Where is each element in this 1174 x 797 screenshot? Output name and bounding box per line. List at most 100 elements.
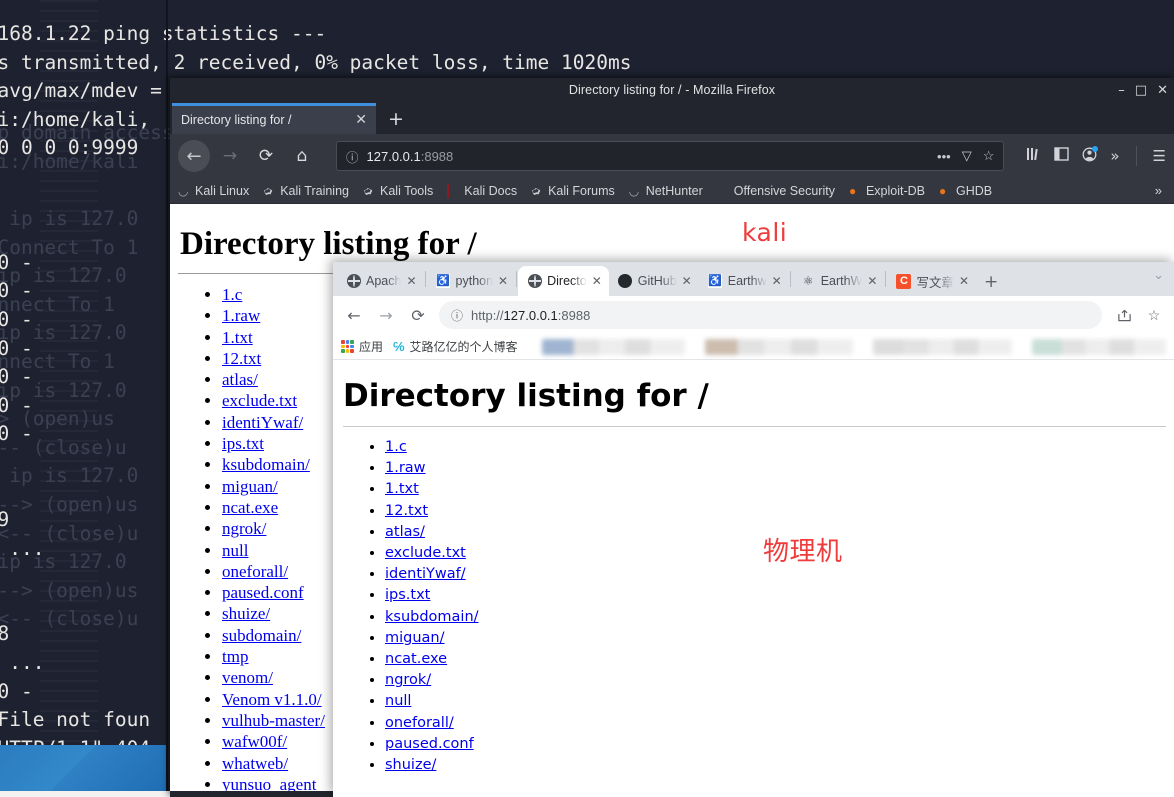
close-icon[interactable]: ✕ [355, 112, 367, 128]
site-info-icon[interactable]: ⓘ [346, 147, 359, 166]
share-icon[interactable] [1110, 301, 1138, 329]
blurred-bookmark-4[interactable] [1032, 338, 1166, 355]
directory-link[interactable]: exclude.txt [222, 391, 297, 410]
new-tab-button[interactable]: + [376, 108, 416, 134]
bookmark-star-icon[interactable]: ☆ [1140, 301, 1168, 329]
hamburger-menu-icon[interactable]: ☰ [1153, 147, 1166, 165]
directory-link[interactable]: 1.txt [222, 328, 253, 347]
chrome-address-bar[interactable]: ⓘ http://127.0.0.1:8988 [439, 301, 1102, 329]
directory-link[interactable]: Venom v1.1.0/ [222, 690, 322, 709]
directory-link[interactable]: 1.raw [385, 460, 426, 476]
page-actions-icon[interactable]: ••• [937, 149, 951, 164]
directory-link[interactable]: 1.txt [385, 481, 419, 497]
directory-link[interactable]: wafw00f/ [222, 732, 287, 751]
maximize-button[interactable]: □ [1135, 84, 1147, 97]
bookmark-kali-docs[interactable]: Kali Docs [447, 184, 517, 198]
directory-link[interactable]: miguan/ [385, 630, 445, 646]
directory-link[interactable]: identiYwaf/ [385, 566, 466, 582]
directory-link[interactable]: oneforall/ [222, 562, 288, 581]
directory-link[interactable]: paused.conf [222, 583, 304, 602]
chrome-tab-2[interactable]: ♿ python ✕ [427, 266, 516, 296]
close-icon[interactable]: ✕ [498, 274, 508, 288]
firefox-tab-directory-listing[interactable]: Directory listing for / ✕ [172, 103, 376, 134]
close-icon[interactable]: ✕ [592, 274, 602, 288]
directory-link[interactable]: yunsuo_agent_ [222, 775, 325, 791]
directory-link[interactable]: ncat.exe [222, 498, 278, 517]
site-info-icon[interactable]: ⓘ [451, 307, 463, 324]
close-button[interactable]: ✕ [1157, 84, 1168, 97]
directory-link[interactable]: tmp [222, 647, 248, 666]
directory-link[interactable]: subdomain/ [222, 626, 301, 645]
directory-link[interactable]: ips.txt [222, 434, 264, 453]
chrome-tab-5[interactable]: ♿ Earthw ✕ [699, 266, 789, 296]
directory-link[interactable]: 12.txt [222, 349, 261, 368]
bookmark-offensive-security[interactable]: Offensive Security [717, 184, 835, 198]
reload-icon[interactable]: ⟳ [403, 300, 433, 330]
directory-link[interactable]: shuize/ [385, 757, 436, 773]
overflow-icon[interactable]: » [1110, 147, 1119, 165]
bookmark-nethunter[interactable]: ◡ NetHunter [629, 184, 703, 198]
blurred-bookmark-3[interactable] [873, 338, 1013, 355]
forward-icon[interactable]: → [371, 300, 401, 330]
back-icon[interactable]: ← [339, 300, 369, 330]
bookmark-kali-tools[interactable]: ➭ Kali Tools [361, 183, 434, 200]
bookmark-kali-linux[interactable]: ◡ Kali Linux [178, 184, 249, 198]
bookmark-kali-forums[interactable]: ➭ Kali Forums [529, 183, 615, 200]
chrome-bookmark-1[interactable]: 应用 [341, 338, 383, 355]
directory-link[interactable]: venom/ [222, 668, 273, 687]
directory-link[interactable]: vulhub-master/ [222, 711, 325, 730]
bookmark-ghdb[interactable]: ● GHDB [939, 184, 992, 198]
directory-link[interactable]: oneforall/ [385, 715, 454, 731]
directory-link[interactable]: 1.c [222, 285, 242, 304]
directory-link[interactable]: null [385, 693, 411, 709]
directory-link[interactable]: ips.txt [385, 587, 430, 603]
close-icon[interactable]: ✕ [959, 274, 969, 288]
home-icon[interactable]: ⌂ [286, 140, 318, 172]
directory-link[interactable]: ncat.exe [385, 651, 447, 667]
chrome-tab-7[interactable]: C 写文章 ✕ [887, 266, 976, 296]
directory-link[interactable]: identiYwaf/ [222, 413, 303, 432]
firefox-titlebar[interactable]: Directory listing for / - Mozilla Firefo… [170, 78, 1174, 102]
bookmark-exploit-db[interactable]: ● Exploit-DB [849, 184, 925, 198]
taskbar[interactable] [0, 745, 168, 791]
bookmarks-overflow-icon[interactable]: » [1155, 183, 1166, 198]
chrome-tab-6[interactable]: ⚛ EarthW ✕ [792, 266, 885, 296]
chrome-tab-1[interactable]: Apach ✕ [337, 266, 424, 296]
bookmark-star-icon[interactable]: ☆ [983, 148, 995, 164]
directory-link[interactable]: 12.txt [385, 503, 428, 519]
directory-link[interactable]: null [222, 541, 248, 560]
forward-icon[interactable]: → [214, 140, 246, 172]
close-icon[interactable]: ✕ [682, 274, 692, 288]
blurred-bookmark-1[interactable] [541, 338, 686, 355]
firefox-url-bar[interactable]: ⓘ 127.0.0.1:8988 ••• ▽ ☆ [336, 141, 1005, 171]
sidebar-icon[interactable] [1054, 147, 1070, 165]
minimize-button[interactable]: – [1118, 84, 1125, 97]
directory-link[interactable]: 1.c [385, 439, 407, 455]
pocket-icon[interactable]: ▽ [962, 148, 972, 164]
library-icon[interactable] [1026, 147, 1041, 165]
account-icon[interactable] [1082, 145, 1099, 166]
back-icon[interactable]: ← [178, 140, 210, 172]
blurred-bookmark-2[interactable] [705, 338, 854, 355]
directory-link[interactable]: miguan/ [222, 477, 278, 496]
directory-link[interactable]: ngrok/ [385, 672, 431, 688]
new-tab-button[interactable]: + [976, 272, 1006, 296]
chrome-tab-3[interactable]: Directo ✕ [518, 266, 609, 296]
tab-search-icon[interactable]: ⌄ [1153, 268, 1164, 283]
chrome-bookmark-2[interactable]: ℅ 艾路亿亿的个人博客 [393, 338, 518, 355]
directory-link[interactable]: 1.raw [222, 306, 260, 325]
directory-link[interactable]: paused.conf [385, 736, 474, 752]
directory-link[interactable]: whatweb/ [222, 754, 288, 773]
directory-link[interactable]: ngrok/ [222, 519, 266, 538]
directory-link[interactable]: atlas/ [222, 370, 258, 389]
directory-link[interactable]: shuize/ [222, 604, 270, 623]
close-icon[interactable]: ✕ [772, 274, 782, 288]
reload-icon[interactable]: ⟳ [250, 140, 282, 172]
directory-link[interactable]: atlas/ [385, 524, 425, 540]
close-icon[interactable]: ✕ [867, 274, 877, 288]
chrome-window[interactable]: Apach ✕ ♿ python ✕ Directo ✕ GitHub ✕ ♿ Earthw ✕ ⚛ Ea… [333, 262, 1174, 797]
directory-link[interactable]: ksubdomain/ [222, 455, 310, 474]
chrome-tab-4[interactable]: GitHub ✕ [609, 266, 699, 296]
close-icon[interactable]: ✕ [406, 274, 416, 288]
directory-link[interactable]: ksubdomain/ [385, 609, 479, 625]
